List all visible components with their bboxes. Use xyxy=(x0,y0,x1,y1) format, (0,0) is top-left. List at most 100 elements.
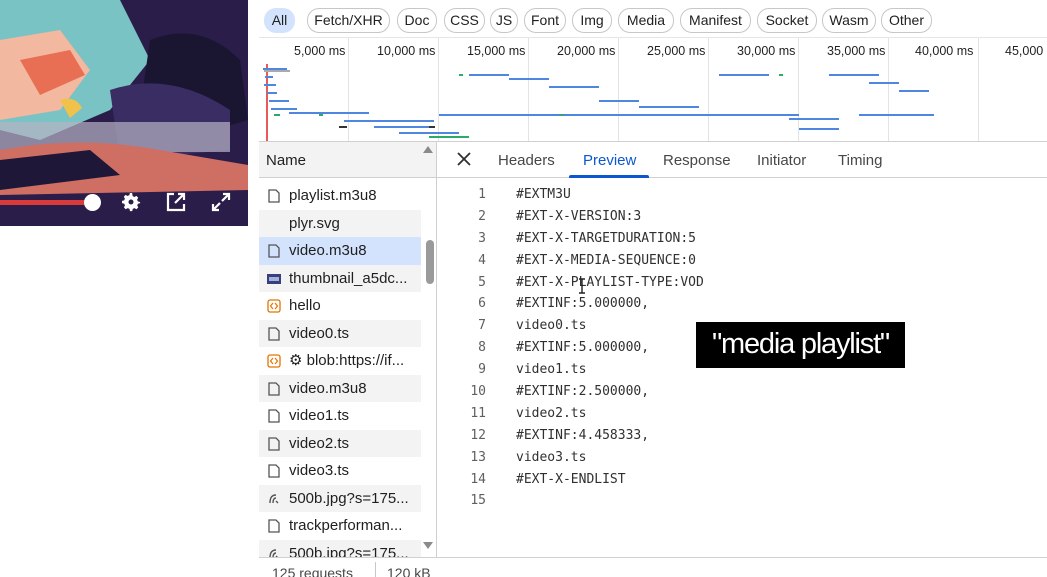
request-row[interactable]: thumbnail_a5dc... xyxy=(259,264,421,292)
tab-timing[interactable]: Timing xyxy=(838,152,882,169)
request-name: playlist.m3u8 xyxy=(289,187,377,204)
line-text: #EXT-X-PLAYLIST-TYPE:VOD xyxy=(516,274,704,290)
request-row[interactable]: playlist.m3u8 xyxy=(259,182,421,210)
document-icon xyxy=(268,464,280,478)
request-row[interactable]: 500b.jpg?s=175... xyxy=(259,539,421,558)
line-number: 13 xyxy=(470,449,486,465)
code-line: 2 #EXT-X-VERSION:3 xyxy=(437,206,1047,228)
code-line: 5 #EXT-X-PLAYLIST-TYPE:VOD xyxy=(437,272,1047,294)
request-waterfall-bars xyxy=(263,64,934,141)
script-icon xyxy=(267,299,281,313)
request-name: hello xyxy=(289,297,321,314)
request-row[interactable]: video2.ts xyxy=(259,429,421,457)
line-text: video1.ts xyxy=(516,362,587,378)
request-row-selected[interactable]: video.m3u8 xyxy=(259,237,421,265)
request-detail-panel: Headers Preview Response Initiator Timin… xyxy=(437,142,1047,557)
request-name: 500b.jpg?s=175... xyxy=(289,544,409,558)
filter-media[interactable]: Media xyxy=(618,8,674,33)
ping-icon xyxy=(269,493,279,503)
request-list: Name playlist.m3u8 plyr.svg video.m3u8 t… xyxy=(259,142,437,557)
line-number: 6 xyxy=(478,296,486,312)
request-row[interactable]: video.m3u8 xyxy=(259,374,421,402)
filter-js[interactable]: JS xyxy=(490,8,518,33)
filter-fetch-xhr[interactable]: Fetch/XHR xyxy=(307,8,390,33)
video-caption-overlay: "media playlist" xyxy=(696,322,905,368)
code-line: 10 #EXTINF:2.500000, xyxy=(437,381,1047,403)
line-text: #EXT-X-TARGETDURATION:5 xyxy=(516,230,697,246)
line-text: video0.ts xyxy=(516,318,587,334)
line-text: #EXTINF:5.000000, xyxy=(516,340,650,356)
request-row[interactable]: ⚙ blob:https://if... xyxy=(259,347,421,375)
tab-headers[interactable]: Headers xyxy=(498,152,555,169)
request-name: video0.ts xyxy=(289,324,350,342)
tab-initiator[interactable]: Initiator xyxy=(757,152,806,169)
request-name: video3.ts xyxy=(289,462,350,479)
scrollbar-thumb[interactable] xyxy=(426,240,434,284)
filter-socket[interactable]: Socket xyxy=(757,8,817,33)
request-row[interactable]: video0.ts xyxy=(259,319,421,347)
scroll-down-arrow-icon[interactable] xyxy=(423,542,433,549)
line-number: 8 xyxy=(478,340,486,356)
active-tab-indicator xyxy=(569,175,649,178)
line-number: 2 xyxy=(478,208,486,224)
request-row[interactable]: trackperforman... xyxy=(259,512,421,540)
line-number: 9 xyxy=(478,362,486,378)
line-number: 11 xyxy=(470,405,486,421)
filter-css[interactable]: CSS xyxy=(444,8,485,33)
filter-other[interactable]: Other xyxy=(881,8,932,33)
line-number: 5 xyxy=(478,274,486,290)
filter-img[interactable]: Img xyxy=(572,8,612,33)
player-controls xyxy=(0,178,248,226)
settings-gear-icon[interactable] xyxy=(119,190,143,214)
document-icon xyxy=(268,409,280,423)
request-row[interactable]: 500b.jpg?s=175... xyxy=(259,484,421,512)
request-name: plyr.svg xyxy=(289,214,340,232)
request-name: trackperforman... xyxy=(289,517,403,534)
progress-bar[interactable] xyxy=(0,200,92,205)
external-open-icon[interactable] xyxy=(164,190,188,214)
progress-handle[interactable] xyxy=(84,194,101,211)
video-player[interactable] xyxy=(0,0,248,226)
line-text: #EXTINF:5.000000, xyxy=(516,296,650,312)
line-number: 12 xyxy=(470,427,486,443)
request-row[interactable]: video3.ts xyxy=(259,457,421,485)
filter-wasm[interactable]: Wasm xyxy=(822,8,876,33)
line-text: #EXTM3U xyxy=(516,187,571,202)
request-name: video.m3u8 xyxy=(289,379,367,397)
request-name: video.m3u8 xyxy=(289,242,367,259)
name-column-header[interactable]: Name xyxy=(259,142,436,178)
request-row[interactable]: hello xyxy=(259,292,421,320)
code-line: 15 xyxy=(437,490,1047,512)
filter-manifest[interactable]: Manifest xyxy=(680,8,751,33)
filter-all[interactable]: All xyxy=(264,8,295,33)
code-line: 12 #EXTINF:4.458333, xyxy=(437,425,1047,447)
script-icon xyxy=(267,354,281,368)
network-status-bar: 125 requests 120 kB xyxy=(259,557,1047,577)
fullscreen-icon[interactable] xyxy=(209,190,233,214)
status-divider xyxy=(375,562,376,577)
close-icon[interactable] xyxy=(455,150,473,168)
code-line: 11 video2.ts xyxy=(437,403,1047,425)
network-overview-timeline[interactable]: 5,000 ms 10,000 ms 15,000 ms 20,000 ms 2… xyxy=(259,38,1047,142)
filter-font[interactable]: Font xyxy=(524,8,566,33)
tab-response[interactable]: Response xyxy=(663,152,731,169)
line-number: 1 xyxy=(478,187,486,202)
scroll-up-arrow-icon[interactable] xyxy=(423,146,433,153)
document-icon xyxy=(268,381,280,396)
code-line: 13 video3.ts xyxy=(437,447,1047,469)
code-line: 14 #EXT-X-ENDLIST xyxy=(437,469,1047,491)
line-text: video3.ts xyxy=(516,449,587,465)
filter-doc[interactable]: Doc xyxy=(397,8,437,33)
request-name: video2.ts xyxy=(289,434,350,452)
line-text: #EXTINF:2.500000, xyxy=(516,384,650,400)
line-number: 3 xyxy=(478,230,486,246)
line-text: #EXTINF:4.458333, xyxy=(516,427,650,443)
line-number: 10 xyxy=(470,384,486,400)
request-row[interactable]: plyr.svg xyxy=(259,209,421,237)
line-number: 7 xyxy=(478,318,486,334)
tab-preview[interactable]: Preview xyxy=(583,152,636,169)
line-number: 4 xyxy=(478,252,486,268)
request-count: 125 requests xyxy=(272,565,353,577)
line-number: 15 xyxy=(470,493,486,509)
request-row[interactable]: video1.ts xyxy=(259,402,421,430)
